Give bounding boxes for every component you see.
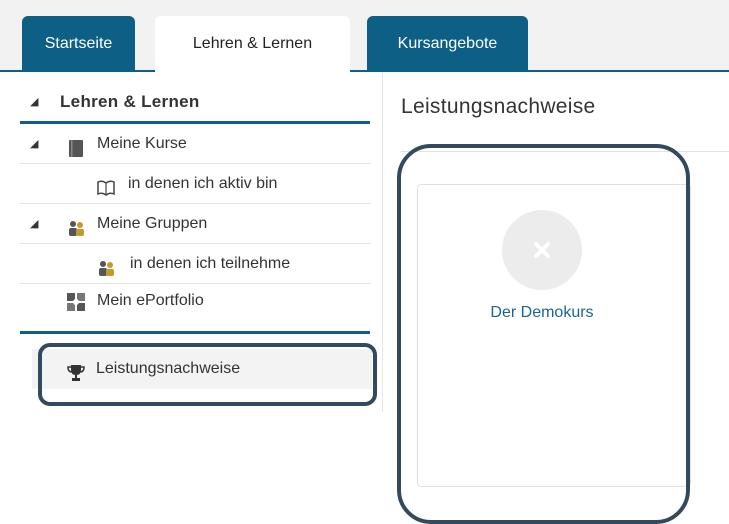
caret-down-icon[interactable]: ◢: [30, 204, 38, 244]
book-icon: [66, 134, 86, 157]
sidebar-header-lehren-lernen[interactable]: ◢ Lehren & Lernen: [20, 82, 370, 124]
sidebar-item-label: Meine Kurse: [97, 135, 187, 152]
sidebar-item-label: Meine Gruppen: [97, 215, 208, 232]
sidebar: ◢ Lehren & Lernen ◢ Meine Kurse in denen…: [0, 72, 382, 516]
portfolio-icon: [66, 291, 86, 311]
sidebar-item-teilnehme[interactable]: in denen ich teilnehme: [20, 244, 370, 284]
column-divider: [382, 72, 383, 412]
highlight-callout-card: [397, 144, 690, 524]
group-member-icon: [96, 254, 116, 276]
tab-startseite[interactable]: Startseite: [22, 16, 135, 72]
sidebar-header-label: Lehren & Lernen: [60, 92, 200, 111]
group-icon: [66, 214, 86, 236]
sidebar-item-meine-gruppen[interactable]: ◢ Meine Gruppen: [20, 204, 370, 244]
sidebar-item-meine-kurse[interactable]: ◢ Meine Kurse: [20, 124, 370, 164]
caret-down-icon[interactable]: ◢: [30, 82, 38, 122]
tab-kursangebote[interactable]: Kursangebote: [367, 16, 528, 72]
highlight-callout-sidebar: [38, 343, 377, 406]
sidebar-item-label: in denen ich teilnehme: [130, 255, 291, 272]
sidebar-item-label: Mein ePortfolio: [97, 292, 204, 309]
open-book-icon: [96, 174, 116, 196]
sidebar-item-label: in denen ich aktiv bin: [128, 175, 278, 192]
caret-down-icon[interactable]: ◢: [30, 124, 38, 164]
sidebar-item-eportfolio[interactable]: Mein ePortfolio: [20, 284, 370, 334]
tab-lehren-lernen[interactable]: Lehren & Lernen: [155, 16, 350, 74]
sidebar-item-aktiv[interactable]: in denen ich aktiv bin: [20, 164, 370, 204]
page-title: Leistungsnachweise: [401, 95, 596, 118]
top-tab-bar: Startseite Lehren & Lernen Kursangebote: [0, 0, 729, 74]
